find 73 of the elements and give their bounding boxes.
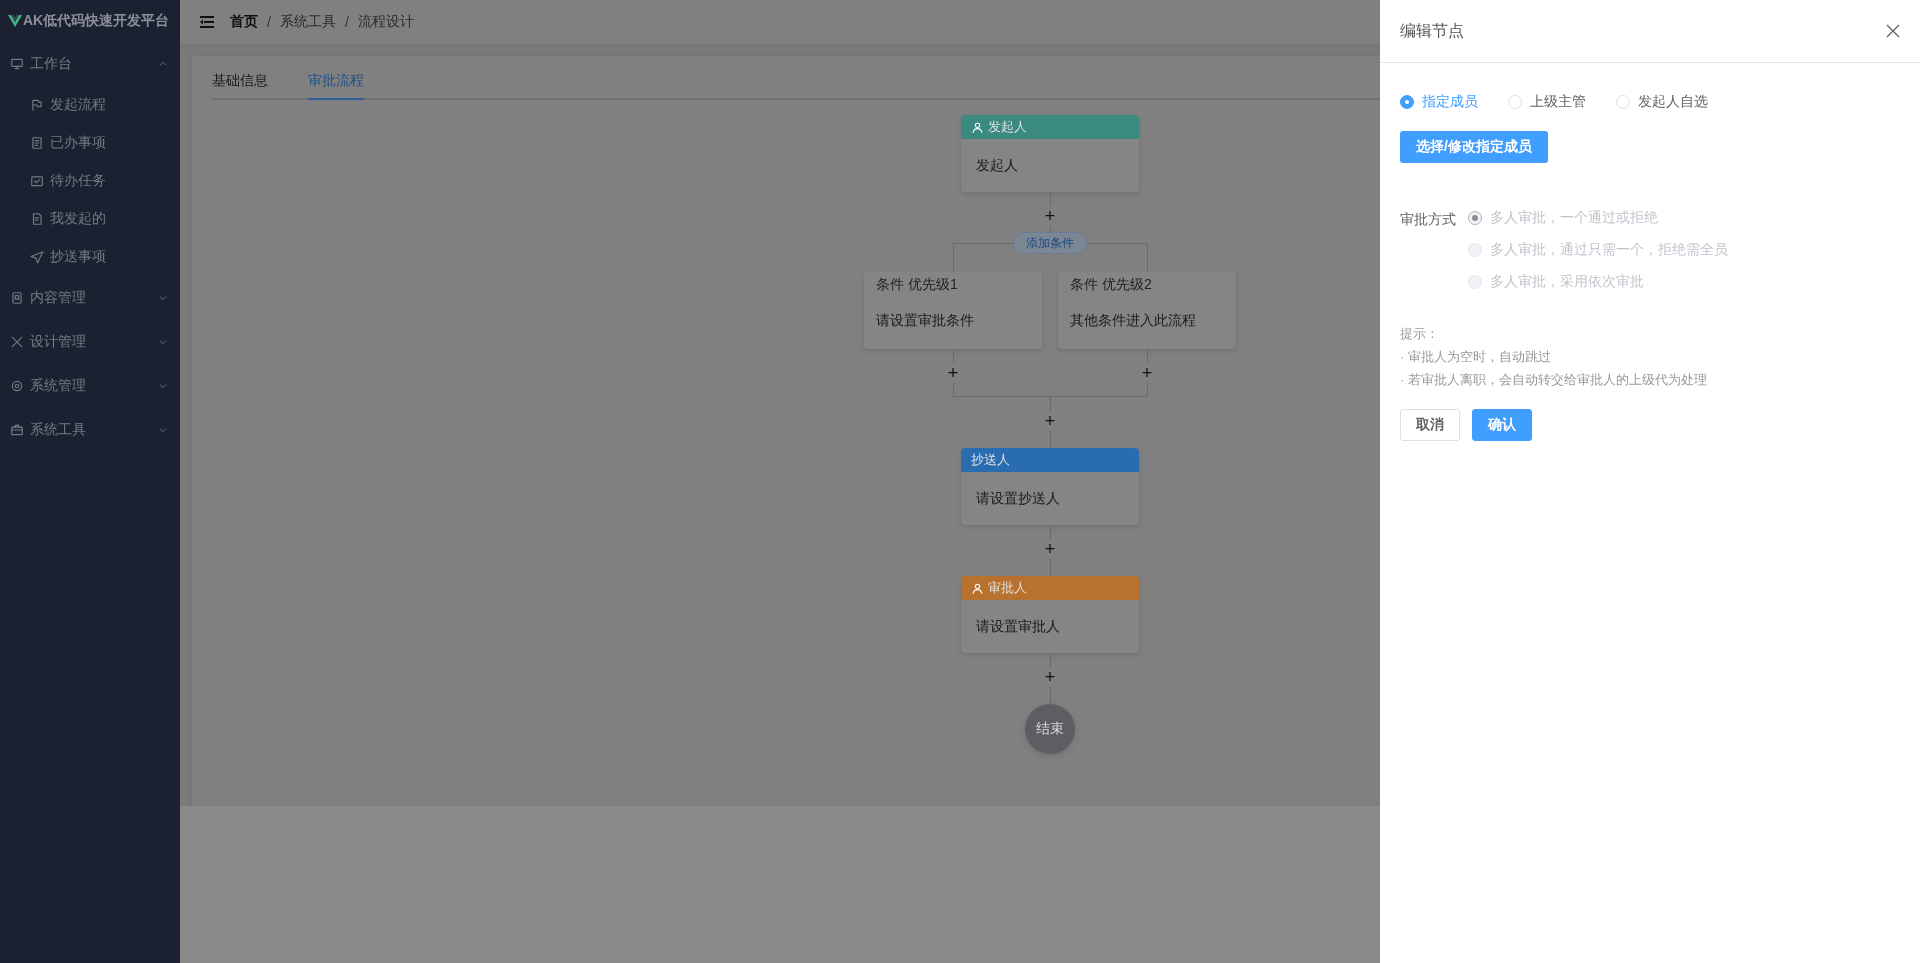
user-icon [971, 120, 984, 134]
add-node-button[interactable]: + [1040, 539, 1060, 559]
radio-button[interactable] [1400, 95, 1414, 109]
condition-node[interactable]: 条件 优先级1 请设置审批条件 [864, 272, 1042, 349]
condition-title: 条件 优先级2 [1070, 276, 1153, 294]
menu-item[interactable]: 已办事项 [0, 124, 180, 162]
user-icon [971, 581, 984, 595]
chevron-up-icon [158, 59, 168, 69]
node-content: 请设置审批人 [976, 617, 1060, 636]
field-label: 审批方式 [1400, 210, 1456, 229]
add-node-button[interactable]: + [943, 363, 963, 383]
chevron-down-icon [158, 425, 168, 435]
tip-text: · 审批人为空时，自动跳过 [1400, 348, 1552, 366]
radio-option[interactable]: 发起人自选 [1616, 93, 1708, 111]
cancel-button[interactable]: 取消 [1400, 409, 1460, 441]
add-node-button[interactable]: + [1040, 206, 1060, 226]
menu-group[interactable]: 系统管理 [0, 364, 180, 408]
flow-node[interactable]: 审批人 请设置审批人 [961, 576, 1139, 653]
flow-node[interactable]: 抄送人 请设置抄送人 [961, 448, 1139, 525]
node-title: 发起人 [988, 118, 1027, 136]
menu-group[interactable]: 设计管理 [0, 320, 180, 364]
menu-item[interactable]: 抄送事项 [0, 238, 180, 276]
select-members-button[interactable]: 选择/修改指定成员 [1400, 131, 1548, 163]
node-title: 抄送人 [971, 451, 1010, 469]
logo-icon [8, 15, 22, 27]
menu-group[interactable]: 内容管理 [0, 276, 180, 320]
flag-icon [30, 98, 44, 112]
close-button[interactable] [1886, 24, 1900, 38]
condition-content: 其他条件进入此流程 [1070, 312, 1197, 330]
file-icon [30, 212, 44, 226]
chevron-down-icon [158, 293, 168, 303]
node-content: 发起人 [976, 156, 1018, 175]
chevron-down-icon [158, 337, 168, 347]
flow-node[interactable]: 发起人 发起人 [961, 115, 1139, 192]
monitor-icon [10, 57, 24, 71]
breadcrumb-separator: / [267, 14, 271, 30]
toolbox-icon [10, 423, 24, 437]
paper-plane-icon [30, 250, 44, 264]
confirm-button[interactable]: 确认 [1472, 409, 1532, 441]
menu-group[interactable]: 系统工具 [0, 408, 180, 452]
checkbox-icon [30, 174, 44, 188]
menu-item[interactable]: 发起流程 [0, 86, 180, 124]
tablet-icon [10, 291, 24, 305]
add-node-button[interactable]: + [1137, 363, 1157, 383]
chevron-down-icon [158, 381, 168, 391]
menu-item[interactable]: 我发起的 [0, 200, 180, 238]
tips-title: 提示： [1400, 325, 1440, 343]
document-icon [30, 136, 44, 150]
node-title: 审批人 [988, 579, 1027, 597]
breadcrumb-item[interactable]: 首页 [230, 13, 258, 31]
menu-group[interactable]: 工作台 [0, 42, 180, 86]
app-title: AK低代码快速开发平台 [23, 12, 170, 30]
radio-option[interactable]: 上级主管 [1508, 93, 1586, 111]
condition-content: 请设置审批条件 [876, 312, 975, 330]
add-node-button[interactable]: + [1040, 411, 1060, 431]
breadcrumb-item: 流程设计 [357, 13, 414, 31]
tab[interactable]: 基础信息 [212, 72, 268, 100]
menu-item[interactable]: 待办任务 [0, 162, 180, 200]
menu-icon[interactable] [200, 16, 214, 28]
condition-title: 条件 优先级1 [876, 276, 959, 294]
add-node-button[interactable]: + [1040, 667, 1060, 687]
drawer-title: 编辑节点 [1400, 20, 1464, 41]
node-content: 请设置抄送人 [976, 489, 1060, 508]
breadcrumb-separator: / [344, 14, 349, 30]
tools-icon [10, 335, 24, 349]
condition-node[interactable]: 条件 优先级2 其他条件进入此流程 [1058, 272, 1236, 349]
add-condition-button[interactable]: 添加条件 [1013, 232, 1087, 254]
end-node: 结束 [1025, 704, 1075, 754]
tip-text: · 若审批人离职，会自动转交给审批人的上级代为处理 [1400, 371, 1708, 389]
radio-option[interactable]: 指定成员 [1400, 93, 1478, 111]
tab[interactable]: 审批流程 [308, 72, 364, 100]
breadcrumb-item: 系统工具 [279, 13, 336, 31]
gear-icon [10, 379, 24, 393]
